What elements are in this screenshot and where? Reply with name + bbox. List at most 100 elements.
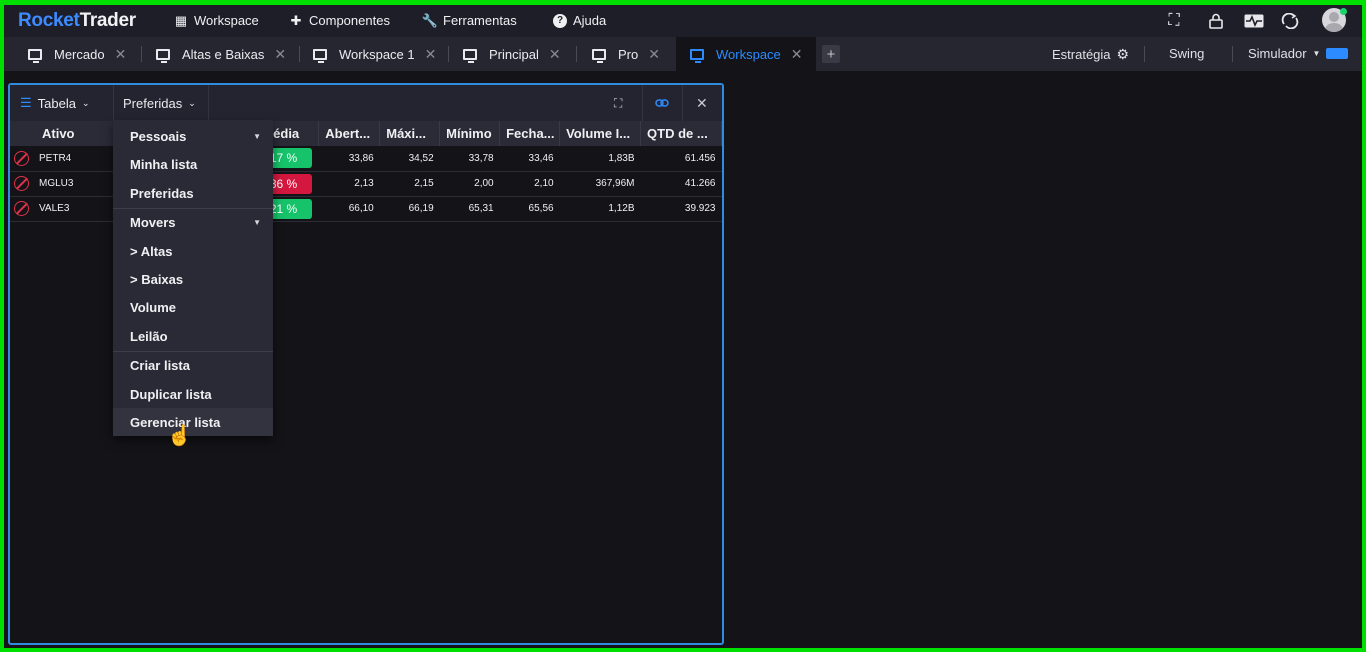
menu-workspace[interactable]: ▦ Workspace [174,12,259,29]
estrategia-button[interactable]: Estratégia ⚙ [1052,46,1129,63]
tab-divider [141,46,142,62]
blocked-icon[interactable] [14,201,29,216]
close-icon[interactable]: ✕ [648,46,660,63]
wrench-icon: 🔧 [421,12,439,28]
tab-divider [448,46,449,62]
table-view-button[interactable]: ☰ Tabela ⌄ [20,85,90,121]
fullscreen-icon[interactable]: ⛶ [1164,11,1184,31]
column-header[interactable]: Fecha... [499,121,561,146]
divider [208,85,209,121]
menu-item-gerenciar-lista[interactable]: Gerenciar lista [113,408,273,436]
close-icon[interactable]: ✕ [274,46,286,63]
list-icon: ☰ [20,95,32,110]
menu-ferramentas[interactable]: 🔧 Ferramentas [421,12,517,29]
fechamento-cell: 65,56 [499,196,560,222]
abertura-cell: 33,86 [318,146,380,172]
monitor-icon [690,48,704,63]
link-icon[interactable] [655,85,669,121]
caret-down-icon: ▼ [1312,49,1321,58]
close-icon[interactable]: ✕ [425,46,437,63]
tab-mercado[interactable]: Mercado ✕ [28,37,126,71]
column-header[interactable]: Volume I... [559,121,642,146]
monitor-icon [592,48,606,63]
column-header[interactable]: Ativo [10,121,115,146]
menu-item-preferidas[interactable]: Preferidas [113,179,273,207]
abertura-cell: 66,10 [318,196,380,222]
add-tab-button[interactable]: + [822,45,840,63]
sync-icon[interactable] [1280,11,1300,31]
menu-item-criar-lista[interactable]: Criar lista [113,351,273,379]
swing-button[interactable]: Swing [1169,46,1204,61]
maxima-cell: 66,19 [379,196,440,222]
grid-icon: ▦ [174,12,188,28]
logo: RocketTrader [18,10,136,31]
hand-cursor-icon: ☝ [167,425,192,447]
volume-cell: 367,96M [559,171,641,197]
activity-icon[interactable] [1244,11,1264,31]
monitor-icon [156,48,170,63]
volume-cell: 1,83B [559,146,641,172]
divider [642,85,643,121]
gamepad-icon [1326,48,1349,59]
qtd-cell: 41.266 [640,171,722,197]
column-header[interactable]: Mínimo [439,121,501,146]
close-icon[interactable]: ✕ [791,46,803,63]
divider [682,85,683,121]
panel-header: ☰ Tabela ⌄ Preferidas ⌄ ⛶ ✕ [10,85,722,121]
online-status-dot [1340,8,1347,15]
close-icon[interactable]: ✕ [696,85,708,121]
group-pessoais[interactable]: Pessoais ▼ [113,122,273,150]
tab-principal[interactable]: Principal ✕ [463,37,561,71]
divider [1144,46,1145,62]
divider [1232,46,1233,62]
maximize-icon[interactable]: ⛶ [614,85,622,121]
menu-item-leilao[interactable]: Leilão [113,322,273,350]
menu-componentes[interactable]: ✚ Componentes [289,13,390,29]
chevron-down-icon: ⌄ [81,97,90,108]
top-bar: RocketTrader ▦ Workspace ✚ Componentes 🔧… [4,5,1362,37]
caret-down-icon: ▼ [253,217,261,227]
tab-divider [576,46,577,62]
list-dropdown-menu: Pessoais ▼ Minha lista Preferidas Movers… [113,120,273,436]
maxima-cell: 34,52 [379,146,440,172]
menu-item-baixas[interactable]: > Baixas [113,265,273,293]
column-header[interactable]: QTD de ... [640,121,722,146]
menu-ajuda[interactable]: ? Ajuda [553,13,606,28]
qtd-cell: 61.456 [640,146,722,172]
lock-icon[interactable] [1206,11,1226,31]
monitor-icon [28,48,42,63]
fechamento-cell: 2,10 [499,171,560,197]
tab-pro[interactable]: Pro ✕ [592,37,660,71]
menu-item-duplicar-lista[interactable]: Duplicar lista [113,380,273,408]
column-header[interactable]: Máxi... [379,121,441,146]
minimo-cell: 2,00 [439,171,500,197]
fechamento-cell: 33,46 [499,146,560,172]
tab-divider [299,46,300,62]
help-icon: ? [553,13,567,28]
group-movers[interactable]: Movers ▼ [113,208,273,236]
ativo-cell: PETR4 [10,146,114,172]
ativo-cell: VALE3 [10,196,114,222]
app-window: RocketTrader ▦ Workspace ✚ Componentes 🔧… [4,5,1362,648]
caret-down-icon: ▼ [253,131,261,141]
tab-altas-e-baixas[interactable]: Altas e Baixas ✕ [156,37,286,71]
workspace-tabs: Mercado ✕ Altas e Baixas ✕ Workspace 1 ✕… [4,37,1362,71]
ativo-cell: MGLU3 [10,171,114,197]
menu-item-altas[interactable]: > Altas [113,237,273,265]
maxima-cell: 2,15 [379,171,440,197]
menu-item-volume[interactable]: Volume [113,293,273,321]
tab-workspace-1[interactable]: Workspace 1 ✕ [313,37,436,71]
blocked-icon[interactable] [14,150,29,166]
close-icon[interactable]: ✕ [549,46,561,63]
minimo-cell: 33,78 [439,146,500,172]
divider [113,85,114,121]
monitor-icon [463,48,477,63]
column-header[interactable]: Abert... [318,121,381,146]
list-selector-button[interactable]: Preferidas ⌄ [123,85,196,121]
blocked-icon[interactable] [14,176,29,191]
close-icon[interactable]: ✕ [115,46,127,63]
menu-item-minha-lista[interactable]: Minha lista [113,150,273,178]
tab-workspace[interactable]: Workspace ✕ [676,37,816,71]
minimo-cell: 65,31 [439,196,500,222]
simulador-dropdown[interactable]: Simulador ▼ [1248,46,1349,61]
